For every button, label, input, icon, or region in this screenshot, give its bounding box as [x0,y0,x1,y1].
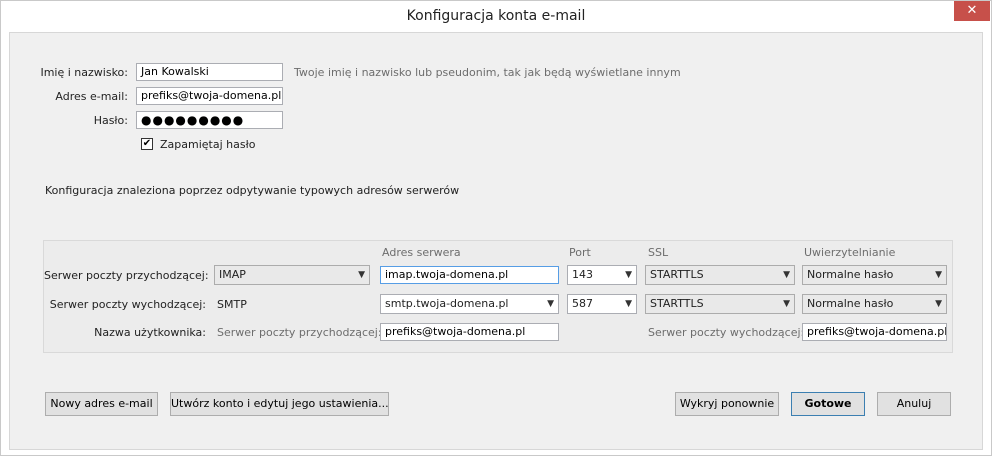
chevron-down-icon: ▼ [783,270,790,280]
username-outgoing-label: Serwer poczty wychodzącej: [648,326,805,339]
name-field[interactable]: Jan Kowalski [136,63,283,81]
incoming-server-address-field[interactable]: imap.twoja-domena.pl [380,266,559,284]
chevron-down-icon: ▼ [625,270,632,280]
done-button[interactable]: Gotowe [791,392,865,416]
name-label: Imię i nazwisko: [40,66,128,79]
chevron-down-icon: ▼ [935,270,942,280]
outgoing-ssl-select[interactable]: STARTTLS ▼ [645,294,795,314]
window-title: Konfiguracja konta e-mail [406,8,586,24]
incoming-auth-value: Normalne hasło [807,268,894,281]
create-and-edit-account-button[interactable]: Utwórz konto i edytuj jego ustawienia... [170,392,389,416]
cancel-button[interactable]: Anuluj [877,392,951,416]
outgoing-server-address-value: smtp.twoja-domena.pl [385,297,509,310]
column-header-auth: Uwierzytelnianie [804,246,896,259]
name-hint: Twoje imię i nazwisko lub pseudonim, tak… [294,66,681,79]
incoming-server-label: Serwer poczty przychodzącej: [44,269,209,282]
redetect-button[interactable]: Wykryj ponownie [675,392,779,416]
server-settings-group: Adres serwera Port SSL Uwierzytelnianie … [43,240,953,353]
chevron-down-icon: ▼ [547,299,554,309]
incoming-ssl-select[interactable]: STARTTLS ▼ [645,265,795,285]
password-field[interactable]: ●●●●●●●●● [136,111,283,129]
outgoing-port-value: 587 [572,297,593,310]
title-bar: Konfiguracja konta e-mail ✕ [1,1,991,31]
outgoing-port-select[interactable]: 587 ▼ [567,294,637,314]
remember-password-checkbox[interactable]: ✔ [141,138,153,150]
remember-password-label[interactable]: Zapamiętaj hasło [160,138,255,151]
incoming-protocol-value: IMAP [219,268,246,281]
incoming-auth-select[interactable]: Normalne hasło ▼ [802,265,947,285]
status-text: Konfiguracja znaleziona poprzez odpytywa… [45,184,460,197]
outgoing-server-label: Serwer poczty wychodzącej: [49,298,206,311]
password-label: Hasło: [93,114,128,127]
column-header-address: Adres serwera [382,246,461,259]
email-field[interactable]: prefiks@twoja-domena.pl [136,87,283,105]
outgoing-auth-select[interactable]: Normalne hasło ▼ [802,294,947,314]
chevron-down-icon: ▼ [358,270,365,280]
username-label: Nazwa użytkownika: [94,326,206,339]
username-outgoing-field[interactable]: prefiks@twoja-domena.pl [802,323,947,341]
chevron-down-icon: ▼ [783,299,790,309]
close-icon: ✕ [966,3,978,18]
new-email-address-button[interactable]: Nowy adres e-mail [45,392,158,416]
column-header-ssl: SSL [648,246,669,259]
incoming-port-select[interactable]: 143 ▼ [567,265,637,285]
chevron-down-icon: ▼ [935,299,942,309]
dialog-client-area: Imię i nazwisko: Jan Kowalski Twoje imię… [9,32,983,450]
incoming-protocol-select[interactable]: IMAP ▼ [214,265,370,285]
close-button[interactable]: ✕ [954,1,990,21]
outgoing-server-address-select[interactable]: smtp.twoja-domena.pl ▼ [380,294,559,314]
chevron-down-icon: ▼ [625,299,632,309]
incoming-ssl-value: STARTTLS [650,268,704,281]
outgoing-auth-value: Normalne hasło [807,297,894,310]
incoming-port-value: 143 [572,268,593,281]
account-setup-window: Konfiguracja konta e-mail ✕ Imię i nazwi… [0,0,992,456]
checkmark-icon: ✔ [142,138,152,149]
column-header-port: Port [569,246,591,259]
username-incoming-field[interactable]: prefiks@twoja-domena.pl [380,323,559,341]
email-label: Adres e-mail: [55,90,128,103]
username-incoming-label: Serwer poczty przychodzącej: [217,326,382,339]
outgoing-protocol-text: SMTP [217,298,247,311]
outgoing-ssl-value: STARTTLS [650,297,704,310]
